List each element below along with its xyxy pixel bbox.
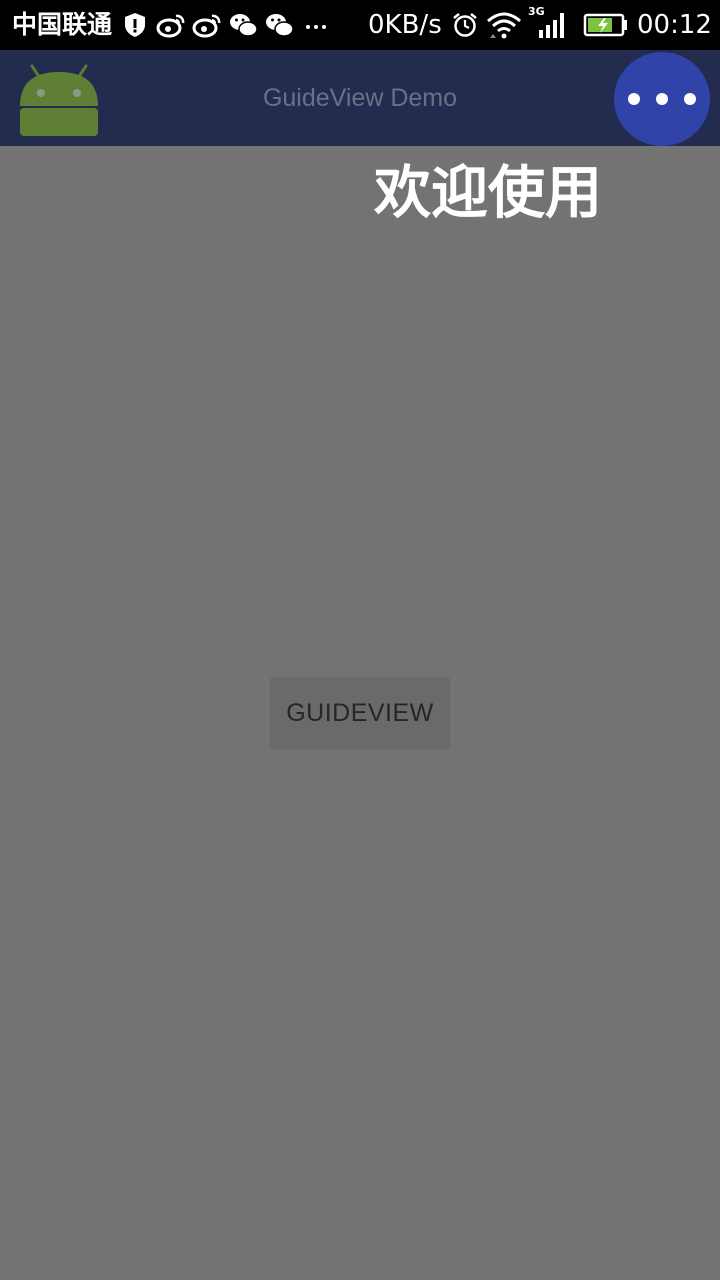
app-screen: 中国联通 0KB/s 3G 00:12 GuideView Demo 欢迎使用 …: [0, 0, 720, 1280]
carrier-name: 中国联通: [12, 10, 113, 39]
wifi-icon: [487, 12, 521, 39]
dot: [628, 93, 640, 105]
guideview-button[interactable]: GUIDEVIEW: [270, 677, 450, 749]
network-speed: 0KB/s: [368, 10, 442, 40]
more-icon: [306, 25, 326, 29]
battery-icon: [583, 13, 627, 37]
wechat-icon: [266, 14, 294, 37]
more-dots-icon[interactable]: [614, 52, 710, 146]
weibo-icon: [156, 14, 185, 38]
clock: 00:12: [637, 10, 712, 40]
shield-icon: [125, 13, 145, 37]
wechat-icon: [230, 14, 258, 37]
dot: [684, 93, 696, 105]
weibo-icon: [192, 14, 221, 38]
dot: [656, 93, 668, 105]
action-bar: GuideView Demo: [0, 50, 720, 146]
status-bar: 中国联通 0KB/s 3G 00:12: [0, 0, 720, 50]
signal-icon: [539, 13, 564, 38]
welcome-text: 欢迎使用: [374, 160, 602, 226]
alarm-icon: [453, 13, 477, 37]
app-title: GuideView Demo: [262, 84, 458, 112]
android-icon[interactable]: [16, 56, 102, 142]
